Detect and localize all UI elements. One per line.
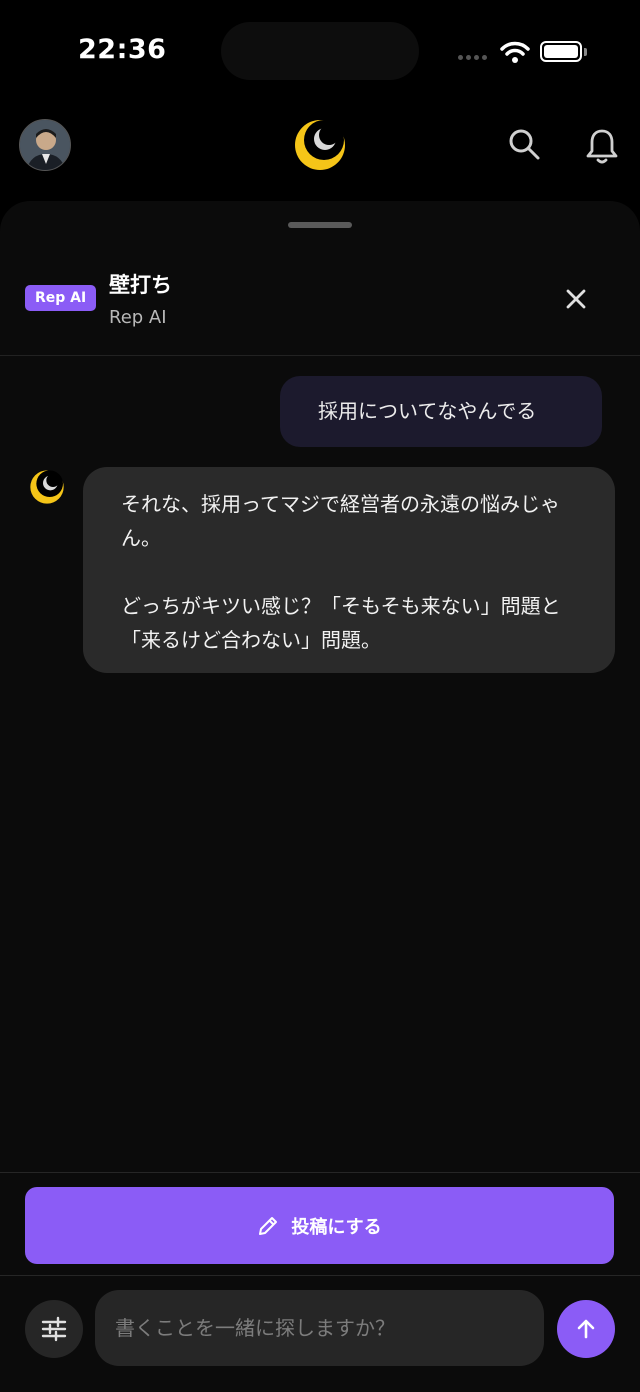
wifi-icon (500, 41, 530, 63)
cellular-signal-icon (458, 55, 487, 60)
battery-icon (540, 41, 582, 62)
user-message-bubble: 採用についてなやんでる (280, 376, 602, 447)
top-nav (0, 104, 640, 200)
status-bar: 22:36 (0, 0, 640, 104)
settings-button[interactable] (25, 1300, 83, 1358)
chat-input[interactable] (95, 1290, 544, 1366)
sheet-subtitle: Rep AI (109, 307, 167, 328)
ai-message-paragraph: それな、採用ってマジで経営者の永遠の悩みじゃん。 (121, 492, 560, 550)
ai-message-bubble: それな、採用ってマジで経営者の永遠の悩みじゃん。 どっちがキツい感じ？「そもそも… (83, 467, 615, 673)
rep-ai-badge: Rep AI (25, 285, 97, 311)
send-button[interactable] (557, 1300, 615, 1358)
user-avatar[interactable] (19, 119, 71, 171)
ai-message-paragraph: どっちがキツい感じ？「そもそも来ない」問題と「来るけど合わない」問題。 (121, 594, 561, 652)
pencil-icon (259, 1216, 278, 1235)
post-button[interactable]: 投稿にする (25, 1187, 614, 1264)
status-time: 22:36 (78, 34, 167, 65)
chat-sheet: Rep AI 壁打ち Rep AI 採用についてなやんでる それな、採用ってマジ… (0, 201, 640, 1392)
arrow-up-icon (577, 1319, 595, 1339)
sheet-header: Rep AI 壁打ち Rep AI (0, 261, 640, 356)
search-icon[interactable] (506, 126, 542, 162)
bell-icon[interactable] (584, 126, 620, 166)
sheet-drag-handle[interactable] (288, 222, 352, 228)
post-action-bar: 投稿にする (0, 1172, 640, 1276)
ai-avatar-icon (30, 470, 64, 504)
composer (0, 1276, 640, 1392)
dynamic-island (221, 22, 419, 80)
post-button-label: 投稿にする (291, 1216, 382, 1238)
battery-cap (584, 48, 587, 56)
close-icon[interactable] (560, 283, 592, 315)
crescent-moon-logo[interactable] (293, 118, 347, 172)
avatar-image (20, 120, 70, 170)
sheet-title: 壁打ち (109, 273, 172, 297)
sliders-icon (41, 1316, 67, 1342)
